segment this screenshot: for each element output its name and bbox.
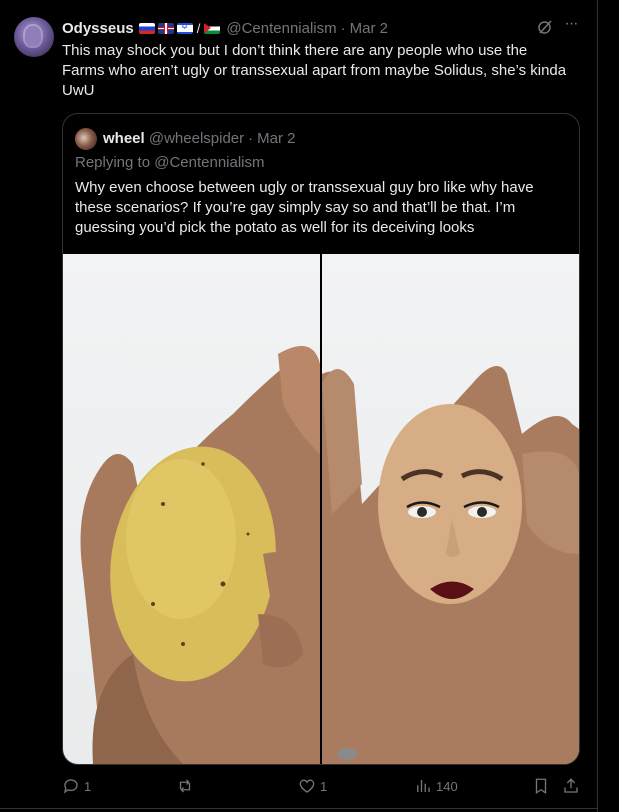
author-flags: / [138, 20, 221, 36]
quoted-post-date: Mar 2 [257, 129, 296, 147]
reply-count: 1 [84, 778, 92, 794]
author-avatar[interactable] [14, 17, 54, 57]
share-icon [564, 778, 578, 793]
reply-icon [63, 779, 78, 794]
post-header: Odysseus / @Centennialism · Mar 2 [62, 18, 388, 38]
header-separator: · [340, 19, 346, 37]
post-date[interactable]: Mar 2 [350, 20, 388, 37]
like-count: 1 [320, 778, 328, 794]
grok-icon[interactable] [537, 19, 553, 35]
more-options-icon[interactable]: ··· [562, 16, 580, 35]
reply-button[interactable]: 1 [62, 776, 91, 796]
repost-button[interactable] [176, 776, 198, 796]
views-count: 140 [436, 778, 458, 794]
quoted-post[interactable]: wheel @wheelspider · Mar 2 Replying to @… [62, 113, 580, 765]
hand-holding-potato-photo[interactable] [63, 254, 320, 764]
author-handle[interactable]: @Centennialism [226, 20, 336, 37]
quoted-author-name: wheel [103, 129, 145, 147]
quoted-header-separator: · [248, 129, 254, 147]
makeup-potato-photo-art [322, 366, 579, 764]
quoted-media[interactable] [63, 254, 579, 764]
quoted-post-text: Why even choose between ugly or transsex… [75, 179, 534, 236]
quoted-author-handle: @wheelspider [148, 129, 245, 147]
flag-separator: / [196, 20, 201, 36]
quoted-post-header: wheel @wheelspider · Mar 2 [103, 128, 295, 148]
share-button[interactable] [562, 776, 580, 796]
post-divider [0, 808, 598, 809]
bookmark-button[interactable] [532, 776, 550, 796]
replying-to-handle: @Centennialism [154, 154, 265, 171]
uk-flag-icon [157, 22, 174, 34]
hand-holding-potato-with-makeup-face-photo[interactable] [322, 254, 579, 764]
author-name[interactable]: Odysseus [62, 20, 134, 37]
repost-icon [179, 779, 191, 793]
views-button[interactable]: 140 [414, 776, 458, 796]
russia-flag-icon [138, 22, 155, 34]
replying-prefix: Replying to [75, 154, 151, 171]
replying-to-line: Replying to @Centennialism [75, 154, 265, 171]
israel-flag-icon [176, 21, 193, 34]
potato-photo-art [80, 346, 320, 764]
post-actions: 1 1 140 [62, 776, 582, 796]
post-text: This may shock you but I don’t think the… [62, 42, 567, 99]
analytics-icon [417, 780, 430, 792]
heart-icon [299, 779, 315, 793]
quoted-author-avatar [75, 128, 97, 150]
bookmark-icon [535, 778, 547, 795]
like-button[interactable]: 1 [298, 776, 327, 796]
palestine-flag-icon [204, 22, 221, 34]
